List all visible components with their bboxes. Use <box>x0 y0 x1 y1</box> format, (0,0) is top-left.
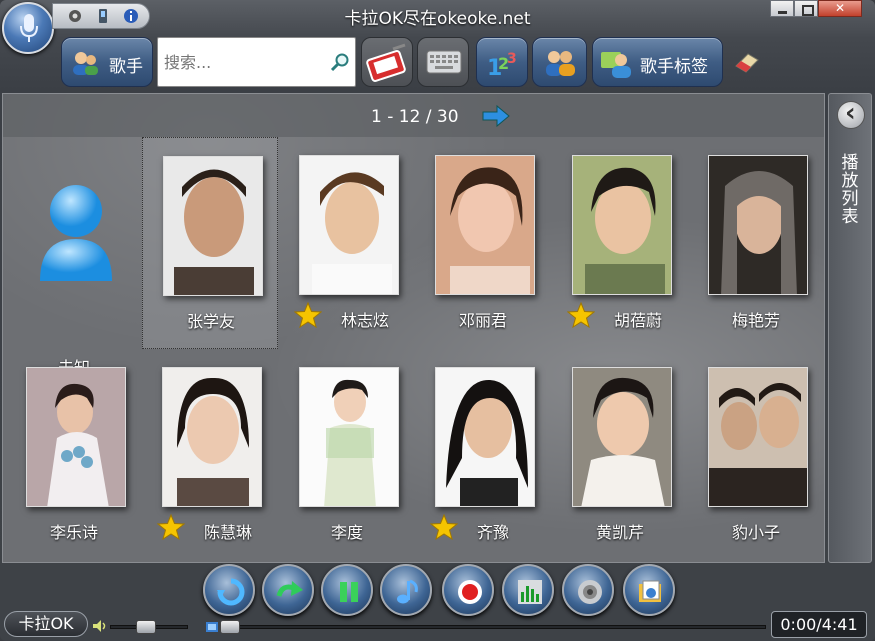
handwriting-pad-button[interactable] <box>361 37 413 87</box>
artist-name: 齐豫 <box>477 523 510 542</box>
expand-playlist-button[interactable] <box>837 98 865 129</box>
artist-photo <box>708 367 808 507</box>
progress-slider-track[interactable] <box>220 625 766 629</box>
window-controls <box>770 0 862 18</box>
unknown-person-icon <box>40 185 112 281</box>
artist-photo <box>435 155 535 295</box>
keyboard-icon <box>426 50 462 74</box>
pause-icon <box>340 582 358 602</box>
maximize-button[interactable] <box>794 0 818 17</box>
search-input[interactable] <box>164 51 329 73</box>
artist-photo <box>163 156 263 296</box>
minimize-button[interactable] <box>770 0 794 17</box>
equalizer-button[interactable] <box>502 564 554 616</box>
artist-name: 李度 <box>330 523 363 542</box>
artist-card[interactable]: 李度 <box>279 349 415 561</box>
artist-name: 陈慧琳 <box>204 523 253 542</box>
eraser-icon <box>735 53 759 73</box>
skip-button[interactable] <box>262 564 314 616</box>
artist-card-selected[interactable]: 张学友 <box>142 137 278 349</box>
music-note-icon <box>397 579 418 604</box>
artist-card[interactable]: 未知 <box>6 137 142 377</box>
speaker-icon <box>578 580 602 604</box>
artist-card[interactable]: 豹小子 <box>688 349 824 561</box>
folder-music-icon <box>639 580 661 602</box>
artist-card[interactable]: 邓丽君 <box>415 137 551 349</box>
karaoke-mode-button[interactable]: 卡拉OK <box>4 611 88 637</box>
next-page-arrow-icon[interactable] <box>481 104 511 128</box>
singer-button[interactable]: 歌手 <box>61 37 153 87</box>
artist-name: 邓丽君 <box>458 311 507 330</box>
artist-name: 胡蓓蔚 <box>614 311 663 330</box>
artist-photo <box>435 367 535 507</box>
progress-film-icon <box>206 622 218 632</box>
search-icon[interactable] <box>330 52 350 72</box>
artist-card[interactable]: 李乐诗 <box>6 349 142 561</box>
record-icon <box>458 580 482 604</box>
singer-icon <box>73 52 98 75</box>
playback-time: 0:00/4:41 <box>771 611 867 638</box>
karaoke-window: 卡拉OK尽在okeoke.net 歌手 <box>0 0 875 641</box>
playlist-tab[interactable]: 播放列表 <box>828 93 872 563</box>
artist-card[interactable]: 林志炫 <box>279 137 415 349</box>
artist-name: 张学友 <box>186 312 235 331</box>
artist-name: 豹小子 <box>731 523 780 542</box>
song-list-button[interactable] <box>623 564 675 616</box>
repeat-icon <box>217 578 245 606</box>
svg-text:3: 3 <box>507 51 517 67</box>
artist-name: 梅艳芳 <box>731 311 780 330</box>
people-icon <box>546 51 575 76</box>
keyboard-button[interactable] <box>417 37 469 87</box>
numbers-icon: 1 2 3 <box>487 51 517 79</box>
volume-icon <box>93 620 106 632</box>
artist-photo <box>162 367 262 507</box>
artist-name: 李乐诗 <box>49 523 98 542</box>
close-button[interactable] <box>818 0 862 17</box>
artist-card[interactable]: 陈慧琳 <box>142 349 278 561</box>
artist-card[interactable]: 胡蓓蔚 <box>552 137 688 349</box>
artist-card[interactable]: 梅艳芳 <box>688 137 824 349</box>
artist-photo <box>299 155 399 295</box>
artist-card[interactable]: 齐豫 <box>415 349 551 561</box>
artist-card[interactable]: 黄凯芹 <box>552 349 688 561</box>
singer-tags-label: 歌手标签 <box>640 57 708 77</box>
progress-slider-thumb[interactable] <box>220 620 240 634</box>
pager-bar: 1 - 12 / 30 <box>3 94 824 137</box>
artist-photo <box>299 367 399 507</box>
artist-name: 黄凯芹 <box>595 523 644 542</box>
artist-photo <box>708 155 808 295</box>
pause-button[interactable] <box>321 564 373 616</box>
eraser-button[interactable] <box>732 48 762 76</box>
artist-photo <box>572 155 672 295</box>
window-title: 卡拉OK尽在okeoke.net <box>344 9 531 29</box>
artist-panel: 1 - 12 / 30 未知 张学友 林志炫 邓丽君 胡蓓蔚 梅艳芳 李乐诗 陈… <box>2 93 825 563</box>
equalizer-icon <box>518 580 542 604</box>
search-box[interactable] <box>157 37 356 87</box>
vocal-toggle-button[interactable] <box>380 564 432 616</box>
artist-photo <box>26 367 126 507</box>
record-button[interactable] <box>442 564 494 616</box>
artist-name: 林志炫 <box>341 311 390 330</box>
singer-label: 歌手 <box>109 57 143 77</box>
singer-tags-icon <box>601 52 631 78</box>
singer-tags-button[interactable]: 歌手标签 <box>592 37 723 87</box>
number-index-button[interactable]: 1 2 3 <box>476 37 528 87</box>
playlist-label: 播放列表 <box>841 153 859 227</box>
page-indicator: 1 - 12 / 30 <box>371 107 459 127</box>
artist-photo <box>572 367 672 507</box>
skip-arrow-icon <box>276 581 303 597</box>
repeat-button[interactable] <box>203 564 255 616</box>
volume-slider-thumb[interactable] <box>136 620 157 634</box>
groups-button[interactable] <box>532 37 587 87</box>
speaker-button[interactable] <box>562 564 614 616</box>
tablet-pen-icon <box>366 43 406 82</box>
